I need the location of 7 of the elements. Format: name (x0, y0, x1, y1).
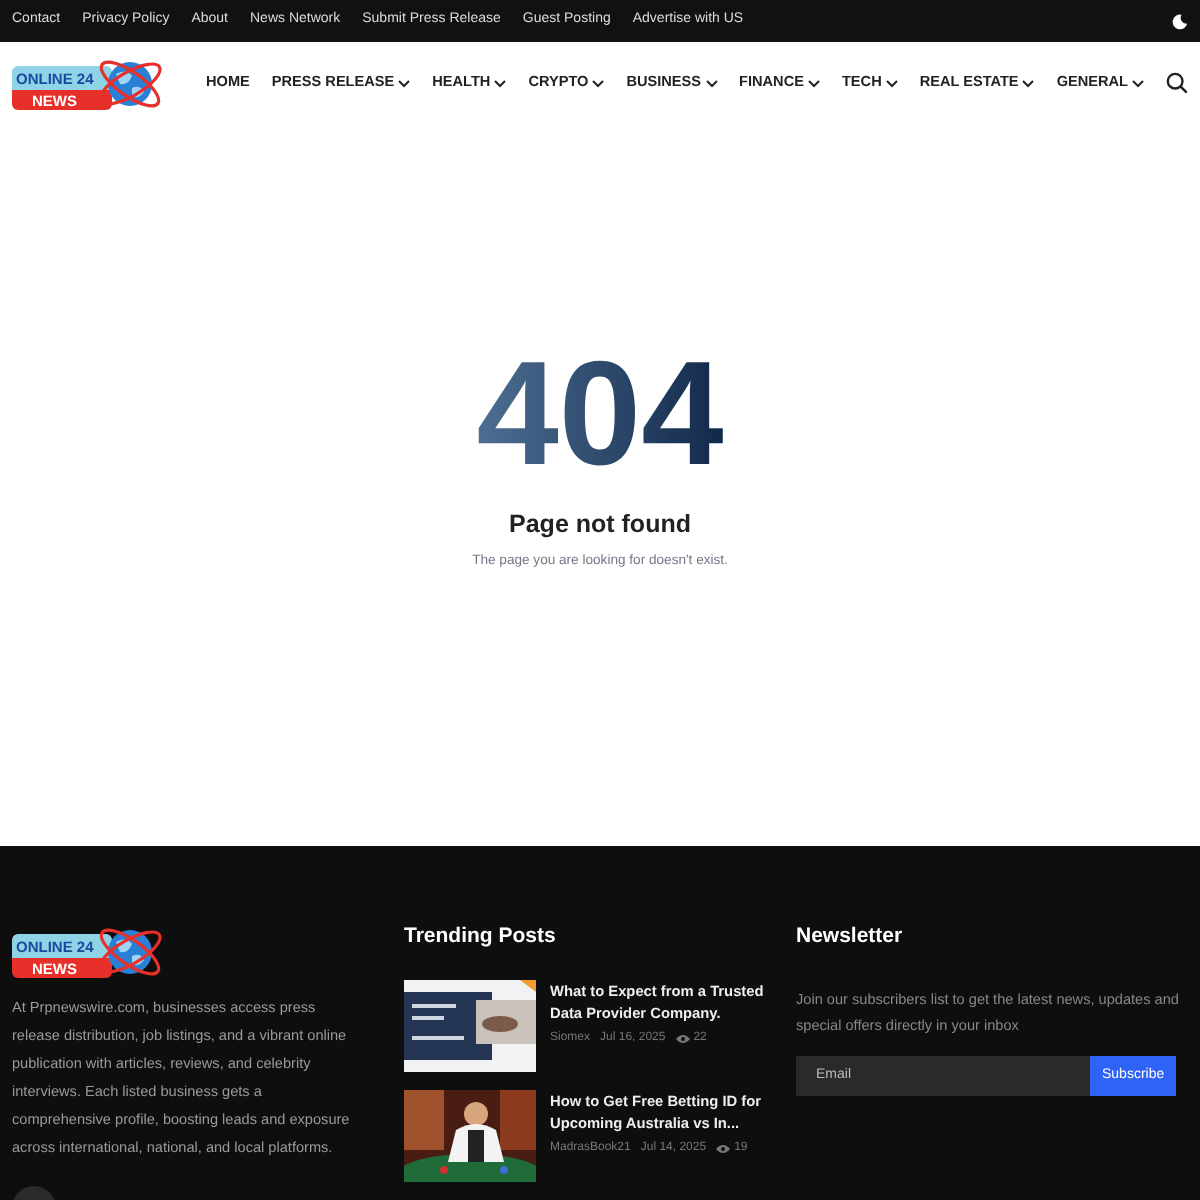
eye-icon (675, 1033, 690, 1044)
dark-mode-icon[interactable] (1172, 13, 1188, 29)
search-icon[interactable] (1166, 72, 1188, 94)
section-title: Newsletter (796, 922, 905, 952)
eye-icon (716, 1143, 731, 1154)
error-title: Page not found (509, 508, 691, 542)
section-title: Trending Posts (404, 922, 558, 952)
